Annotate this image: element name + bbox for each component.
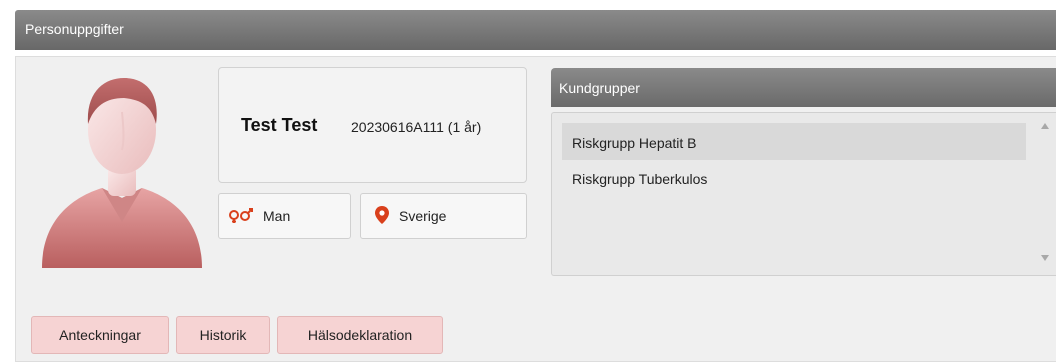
scroll-down-arrow-icon[interactable]: [1041, 255, 1049, 261]
person-number: 20230616A111 (1 år): [351, 119, 482, 135]
tab-label: Hälsodeklaration: [307, 327, 413, 343]
list-item[interactable]: Riskgrupp Tuberkulos: [562, 165, 1026, 202]
country-label: Sverige: [399, 208, 447, 224]
kundgrupper-list[interactable]: Riskgrupp Hepatit B Riskgrupp Tuberkulos: [551, 112, 1056, 276]
gender-label: Man: [263, 208, 291, 224]
tab-anteckningar[interactable]: Anteckningar: [31, 316, 169, 354]
kundgrupper-header: Kundgrupper: [551, 68, 1056, 107]
tab-halsodeklaration[interactable]: Hälsodeklaration: [277, 316, 443, 354]
list-item-label: Riskgrupp Tuberkulos: [572, 171, 708, 187]
gender-button[interactable]: Man: [218, 193, 351, 239]
list-item-label: Riskgrupp Hepatit B: [572, 135, 697, 151]
tab-historik[interactable]: Historik: [176, 316, 270, 354]
user-avatar-icon: [40, 72, 204, 272]
panel-title: Personuppgifter: [25, 21, 124, 37]
kundgrupper-title: Kundgrupper: [559, 80, 640, 96]
country-button[interactable]: Sverige: [360, 193, 527, 239]
scroll-up-arrow-icon[interactable]: [1041, 123, 1049, 129]
list-item[interactable]: Riskgrupp Hepatit B: [562, 123, 1026, 160]
person-name: Test Test: [241, 115, 318, 135]
person-card: Test Test 20230616A111 (1 år): [218, 67, 527, 183]
tab-label: Anteckningar: [59, 327, 141, 343]
tab-label: Historik: [199, 327, 247, 343]
gender-icon: [227, 207, 263, 226]
map-pin-icon: [375, 205, 399, 227]
panel-header: Personuppgifter: [15, 10, 1056, 50]
